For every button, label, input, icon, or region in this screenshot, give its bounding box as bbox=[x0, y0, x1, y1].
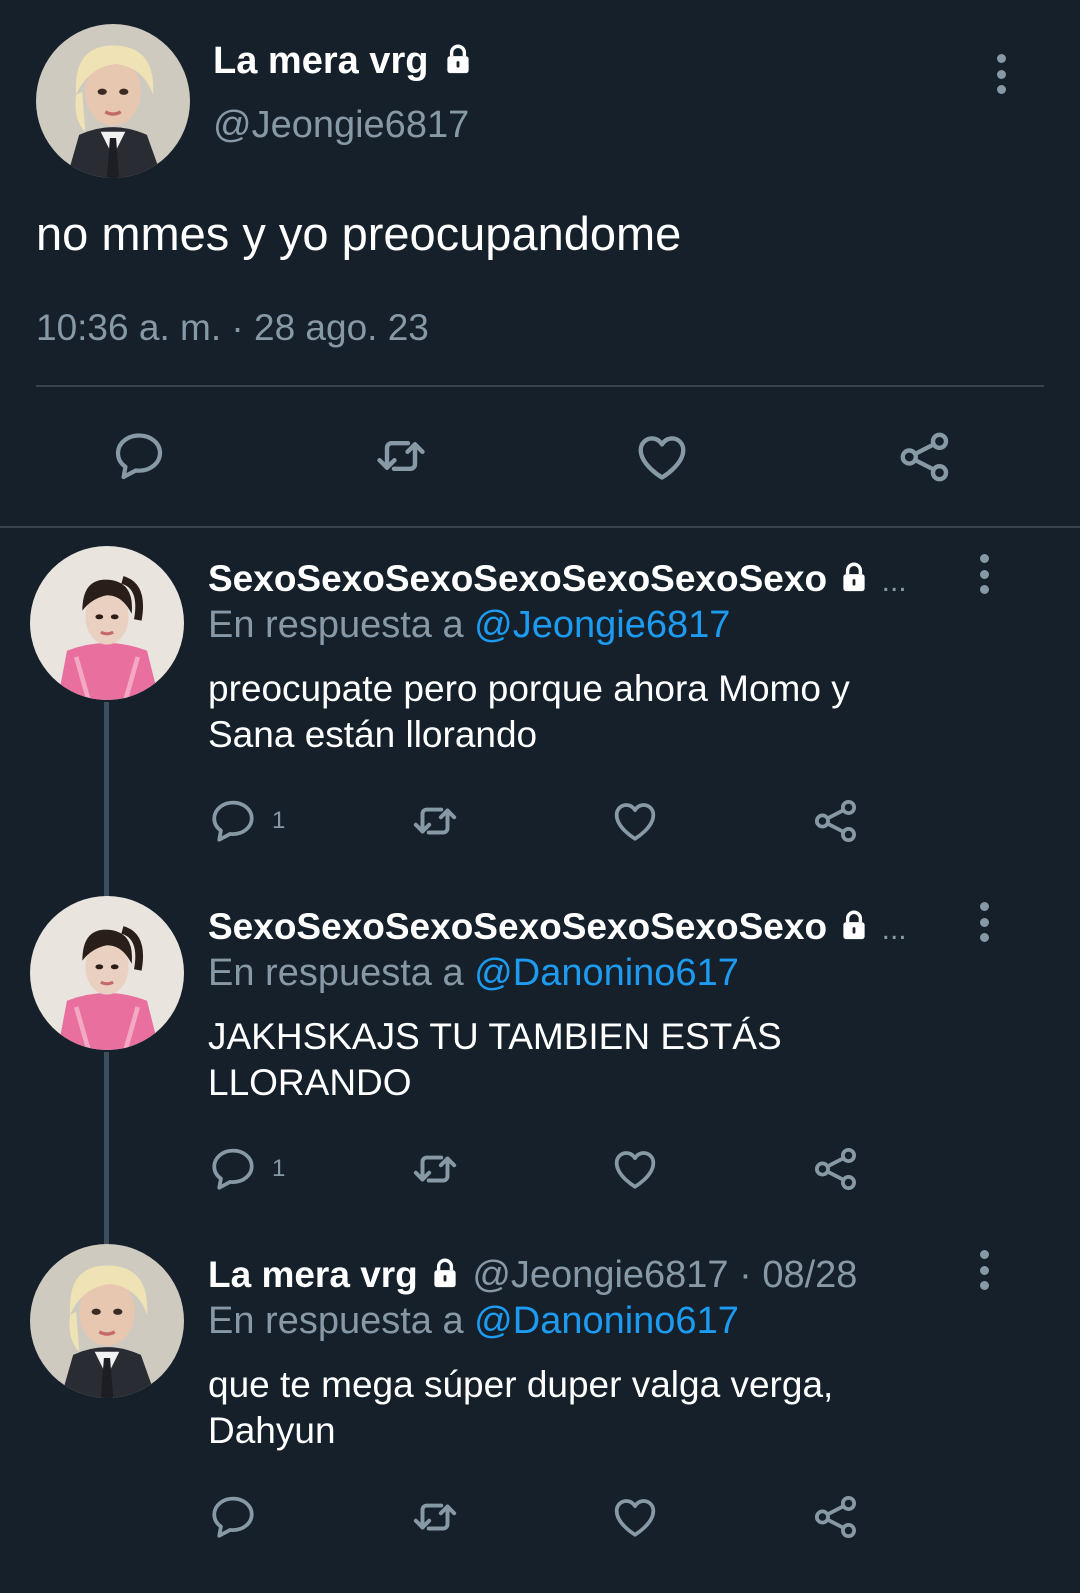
reply-text: que te mega súper duper valga verga, Dah… bbox=[208, 1362, 833, 1454]
like-button[interactable] bbox=[609, 1492, 661, 1542]
like-icon bbox=[632, 428, 692, 486]
retweet-button[interactable] bbox=[407, 796, 463, 846]
share-button[interactable] bbox=[811, 796, 861, 846]
more-options-icon[interactable] bbox=[977, 902, 991, 942]
like-icon bbox=[609, 1144, 661, 1194]
reply-text-line: Dahyun bbox=[208, 1410, 336, 1451]
reply-context: En respuesta a @Danonino617 bbox=[208, 950, 739, 996]
main-tweet-handle[interactable]: @Jeongie6817 bbox=[213, 102, 469, 148]
retweet-button[interactable] bbox=[407, 1144, 463, 1194]
reply-text-line: que te mega súper duper valga verga, bbox=[208, 1364, 834, 1405]
reply-to-link[interactable]: @Danonino617 bbox=[474, 1300, 739, 1342]
reply-icon bbox=[208, 1492, 258, 1542]
divider bbox=[36, 385, 1044, 387]
reply-context: En respuesta a @Jeongie6817 bbox=[208, 602, 730, 648]
retweet-icon bbox=[407, 796, 463, 846]
reply-context: En respuesta a @Danonino617 bbox=[208, 1298, 739, 1344]
retweet-icon bbox=[370, 428, 432, 484]
reply-avatar[interactable] bbox=[30, 1244, 184, 1398]
reply-author-name[interactable]: SexoSexoSexoSexoSexoSexoSexo ... bbox=[208, 904, 907, 953]
reply-text-line: JAKHSKAJS TU TAMBIEN ESTÁS bbox=[208, 1016, 782, 1057]
section-divider bbox=[0, 526, 1080, 528]
reply-avatar[interactable] bbox=[30, 546, 184, 700]
lock-icon bbox=[837, 908, 871, 942]
more-options-icon[interactable] bbox=[977, 1250, 991, 1290]
main-tweet-timestamp[interactable]: 10:36 a. m. · 28 ago. 23 bbox=[36, 306, 429, 350]
reply-text-line: preocupate pero porque ahora Momo y bbox=[208, 668, 850, 709]
retweet-icon bbox=[407, 1144, 463, 1194]
reply-count: 1 bbox=[272, 807, 286, 834]
reply-button[interactable] bbox=[111, 428, 167, 484]
reply-icon bbox=[208, 1144, 258, 1194]
like-button[interactable] bbox=[609, 1144, 661, 1194]
reply-to-link[interactable]: @Danonino617 bbox=[474, 952, 739, 994]
reply-icon bbox=[111, 428, 167, 484]
reply-author-name[interactable]: La mera vrg @Jeongie6817 · 08/28 bbox=[208, 1252, 857, 1298]
share-icon bbox=[896, 428, 954, 486]
share-icon bbox=[811, 1492, 861, 1542]
thread-line bbox=[104, 702, 109, 900]
reply-button[interactable]: 1 bbox=[208, 1144, 285, 1194]
name-ellipsis: ... bbox=[881, 565, 907, 598]
lock-icon bbox=[441, 42, 475, 76]
reply-count: 1 bbox=[272, 1155, 286, 1182]
reply-prefix: En respuesta a bbox=[208, 952, 464, 994]
reply-text-line: Sana están llorando bbox=[208, 714, 538, 755]
reply-button[interactable] bbox=[208, 1492, 258, 1542]
lock-icon bbox=[837, 560, 871, 594]
reply-avatar[interactable] bbox=[30, 896, 184, 1050]
share-icon bbox=[811, 1144, 861, 1194]
like-icon bbox=[609, 1492, 661, 1542]
main-tweet-author-name[interactable]: La mera vrg bbox=[213, 38, 475, 84]
share-button[interactable] bbox=[811, 1492, 861, 1542]
main-tweet-avatar[interactable] bbox=[36, 24, 190, 178]
reply-text-line: LLORANDO bbox=[208, 1062, 412, 1103]
like-button[interactable] bbox=[609, 796, 661, 846]
like-button[interactable] bbox=[632, 428, 692, 486]
share-icon bbox=[811, 796, 861, 846]
display-name: La mera vrg bbox=[208, 1254, 418, 1295]
retweet-button[interactable] bbox=[370, 428, 432, 484]
reply-text: preocupate pero porque ahora Momo y Sana… bbox=[208, 666, 850, 758]
name-ellipsis: ... bbox=[881, 913, 907, 946]
lock-icon bbox=[428, 1256, 462, 1290]
display-name: SexoSexoSexoSexoSexoSexoSexo bbox=[208, 906, 828, 947]
reply-author-name[interactable]: SexoSexoSexoSexoSexoSexoSexo ... bbox=[208, 556, 907, 605]
reply-prefix: En respuesta a bbox=[208, 604, 464, 646]
reply-to-link[interactable]: @Jeongie6817 bbox=[474, 604, 730, 646]
display-name: La mera vrg bbox=[213, 40, 429, 82]
retweet-icon bbox=[407, 1492, 463, 1542]
share-button[interactable] bbox=[896, 428, 954, 486]
share-button[interactable] bbox=[811, 1144, 861, 1194]
like-icon bbox=[609, 796, 661, 846]
more-options-icon[interactable] bbox=[977, 554, 991, 594]
reply-icon bbox=[208, 796, 258, 846]
handle-and-date: @Jeongie6817 · 08/28 bbox=[472, 1254, 858, 1296]
main-tweet-text: no mmes y yo preocupandome bbox=[36, 207, 682, 260]
retweet-button[interactable] bbox=[407, 1492, 463, 1542]
thread-line bbox=[104, 1052, 109, 1248]
reply-button[interactable]: 1 bbox=[208, 796, 285, 846]
reply-text: JAKHSKAJS TU TAMBIEN ESTÁS LLORANDO bbox=[208, 1014, 782, 1106]
more-options-icon[interactable] bbox=[994, 54, 1008, 94]
reply-prefix: En respuesta a bbox=[208, 1300, 464, 1342]
display-name: SexoSexoSexoSexoSexoSexoSexo bbox=[208, 558, 828, 599]
